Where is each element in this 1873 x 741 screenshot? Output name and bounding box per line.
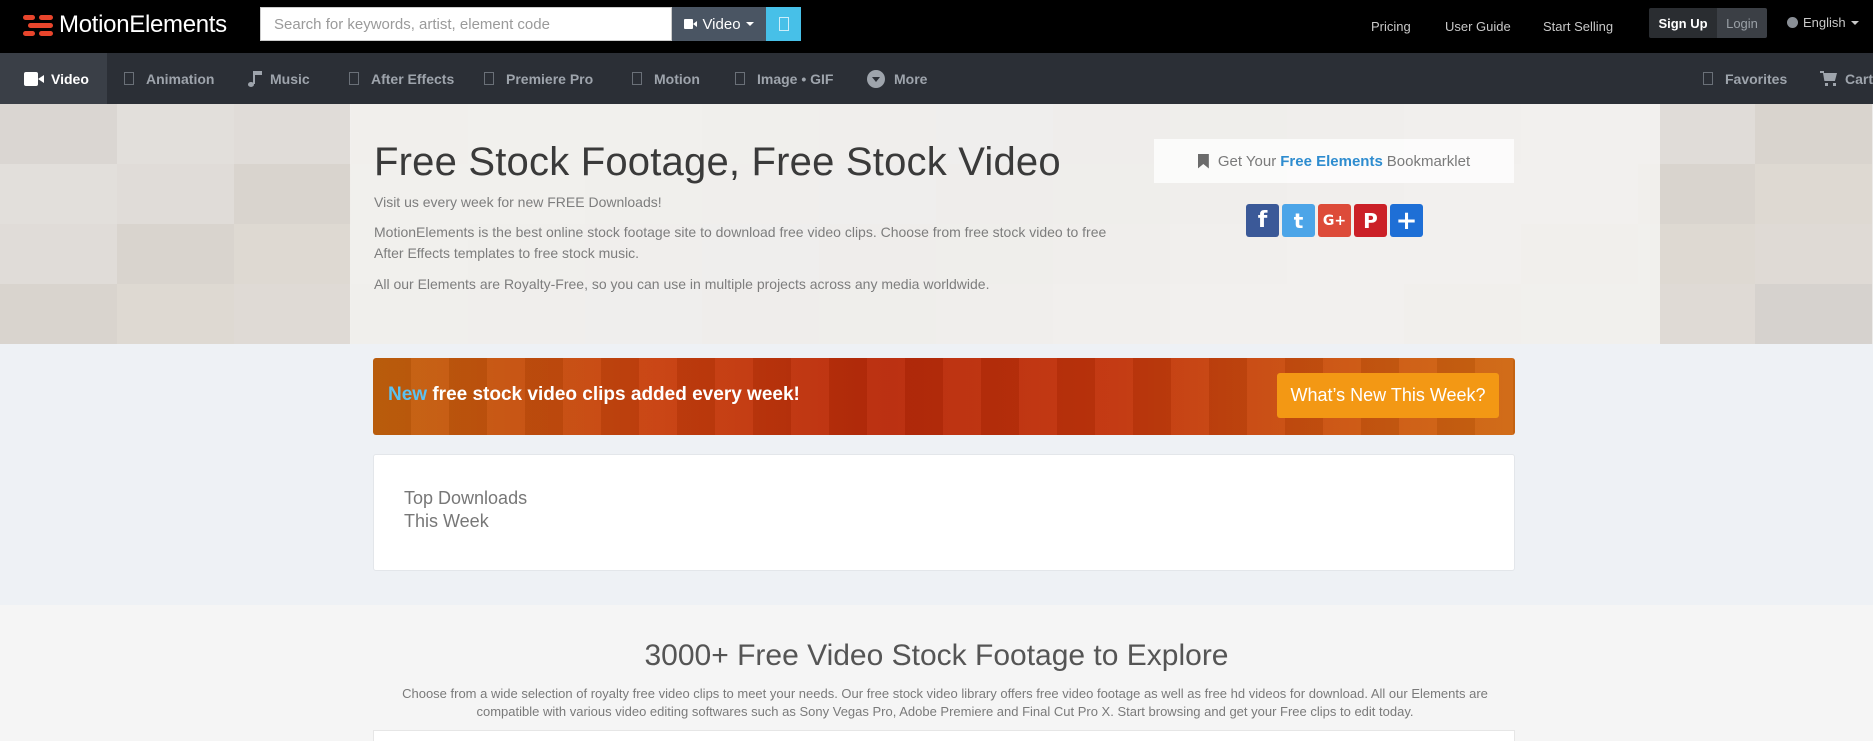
logo-text: MotionElements	[59, 11, 227, 38]
promo-text: free stock video clips added every week!	[432, 384, 800, 405]
video-camera-icon	[684, 19, 698, 29]
favorites-link[interactable]: Favorites	[1703, 53, 1787, 104]
pinterest-share-icon[interactable]: P	[1354, 204, 1387, 237]
animation-icon	[124, 72, 134, 85]
promo-new-word: New	[388, 384, 428, 405]
bookmarklet-prefix: Get Your	[1217, 152, 1277, 170]
bookmarklet-button[interactable]: Get Your Free Elements Bookmarklet	[1154, 139, 1514, 183]
logo[interactable]: MotionElements	[23, 11, 227, 38]
category-nav: Video Animation Music After Effects Prem…	[0, 53, 1873, 104]
add-share-icon[interactable]: +	[1390, 204, 1423, 237]
motion-icon	[632, 72, 642, 85]
search-icon	[778, 17, 789, 31]
whats-new-button[interactable]: What’s New This Week?	[1277, 373, 1499, 418]
explore-title: 3000+ Free Video Stock Footage to Explor…	[644, 639, 1229, 672]
search-type-label: Video	[702, 15, 741, 33]
login-button[interactable]: Login	[1717, 8, 1767, 38]
nav-item-more[interactable]: More	[867, 53, 927, 104]
facebook-share-icon[interactable]: f	[1246, 204, 1279, 237]
top-downloads-line2: This Week	[404, 511, 489, 531]
premiere-pro-icon	[484, 72, 494, 85]
google-plus-share-icon[interactable]: G+	[1318, 204, 1351, 237]
nav-item-label: Music	[270, 70, 310, 87]
nav-item-premiere-pro[interactable]: Premiere Pro	[484, 53, 593, 104]
cart-link[interactable]: Cart	[1820, 53, 1873, 104]
sign-up-button[interactable]: Sign Up	[1649, 8, 1717, 38]
start-selling-link[interactable]: Start Selling	[1543, 19, 1613, 34]
cart-icon	[1820, 71, 1838, 86]
video-camera-icon	[24, 71, 44, 86]
top-downloads-title: Top Downloads This Week	[404, 487, 527, 533]
twitter-share-icon[interactable]: t	[1282, 204, 1315, 237]
bookmarklet-suffix: Bookmarklet	[1386, 152, 1471, 170]
cart-label: Cart	[1845, 70, 1873, 87]
nav-item-label: Video	[51, 70, 89, 87]
language-label: English	[1803, 15, 1846, 30]
nav-item-animation[interactable]: Animation	[124, 53, 214, 104]
logo-mark-icon	[23, 14, 53, 36]
hero-royalty-note: All our Elements are Royalty-Free, so yo…	[374, 276, 990, 292]
page-title: Free Stock Footage, Free Stock Video	[374, 140, 1061, 184]
hero-section: Free Stock Footage, Free Stock Video Vis…	[0, 104, 1873, 344]
search-input[interactable]	[274, 15, 671, 33]
favorites-label: Favorites	[1725, 70, 1788, 87]
search-button[interactable]	[766, 7, 801, 41]
heart-icon	[1703, 72, 1713, 85]
bookmark-icon	[1197, 153, 1209, 169]
top-downloads-card: Top Downloads This Week	[373, 454, 1515, 571]
language-selector[interactable]: English	[1787, 0, 1859, 45]
caret-down-icon	[745, 22, 754, 26]
pricing-link[interactable]: Pricing	[1371, 19, 1411, 34]
nav-item-label: Animation	[146, 70, 215, 87]
nav-item-after-effects[interactable]: After Effects	[349, 53, 454, 104]
nav-item-label: After Effects	[371, 70, 455, 87]
explore-section: 3000+ Free Video Stock Footage to Explor…	[0, 605, 1873, 741]
image-icon	[735, 72, 745, 85]
nav-item-label: More	[894, 70, 928, 87]
hero-description: MotionElements is the best online stock …	[374, 224, 1107, 261]
user-guide-link[interactable]: User Guide	[1445, 19, 1511, 34]
promo-banner: New free stock video clips added every w…	[373, 358, 1515, 435]
search-type-dropdown[interactable]: Video	[672, 7, 766, 41]
top-bar: MotionElements Video Pricing User Guide …	[0, 0, 1873, 53]
nav-item-motion[interactable]: Motion	[632, 53, 700, 104]
nav-item-label: Motion	[654, 70, 700, 87]
search-box	[260, 7, 672, 41]
nav-item-video[interactable]: Video	[0, 53, 107, 104]
bookmarklet-highlight: Free Elements	[1280, 152, 1383, 170]
music-note-icon	[245, 70, 263, 88]
globe-icon	[1787, 17, 1798, 28]
nav-item-label: Premiere Pro	[506, 70, 594, 87]
nav-item-music[interactable]: Music	[245, 53, 310, 104]
hero-subtitle: Visit us every week for new FREE Downloa…	[374, 194, 662, 210]
promo-headline: New free stock video clips added every w…	[388, 384, 800, 406]
explore-description: Choose from a wide selection of royalty …	[402, 686, 1488, 719]
caret-down-icon	[1850, 20, 1859, 25]
explore-card	[373, 730, 1515, 741]
nav-item-label: Image • GIF	[757, 70, 834, 87]
top-downloads-line1: Top Downloads	[404, 488, 528, 508]
after-effects-icon	[349, 72, 359, 85]
nav-item-image-gif[interactable]: Image • GIF	[735, 53, 833, 104]
chevron-circle-down-icon	[867, 69, 885, 88]
